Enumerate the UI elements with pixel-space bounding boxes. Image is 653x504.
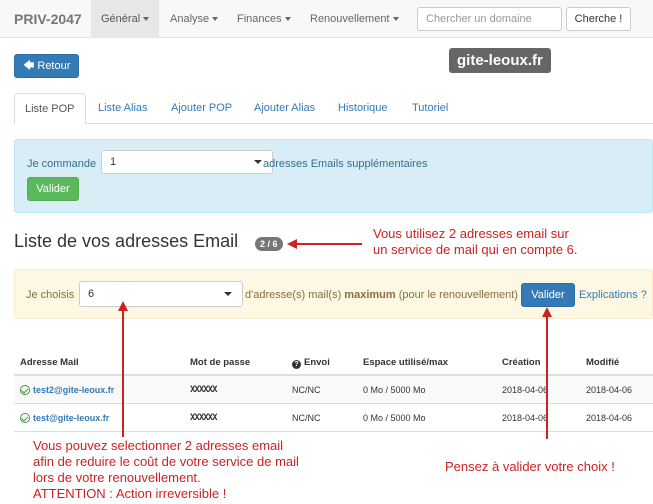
nav-item-label: Finances — [237, 13, 282, 25]
choose-suffix-bold: maximum — [344, 289, 396, 301]
count-badge: 2 / 6 — [255, 237, 283, 251]
column-header-modifie: Modifié — [586, 357, 620, 368]
column-header-email: Adresse Mail — [20, 357, 79, 368]
tab-tutoriel[interactable]: Tutoriel — [402, 93, 458, 124]
top-navbar: PRIV-2047 Général Analyse Finances Renou… — [0, 0, 653, 38]
creation-date: 2018-04-06 — [502, 385, 549, 395]
tab-bar: Liste POP Liste Alias Ajouter POP Ajoute… — [14, 93, 653, 125]
annotation-line: afin de reduire le coût de votre service… — [33, 454, 299, 469]
order-quantity-value: 1 — [110, 156, 117, 168]
caret-down-icon — [143, 17, 150, 22]
espace-value: 0 Mo / 5000 Mo — [363, 413, 426, 423]
nav-item-analyse[interactable]: Analyse — [160, 0, 228, 38]
order-label: Je commande — [27, 158, 97, 170]
order-submit-button[interactable]: Valider — [27, 177, 79, 201]
annotation-select: Vous pouvez selectionner 2 adresses emai… — [33, 438, 299, 502]
arrow-left-icon: 🡄 — [23, 60, 35, 72]
email-link[interactable]: test@gite-leoux.fr — [20, 413, 109, 423]
column-header-creation: Création — [502, 357, 541, 368]
back-button-label: Retour — [37, 60, 71, 72]
envoi-value: NC/NC — [292, 413, 321, 423]
caret-down-icon — [392, 17, 399, 22]
nav-item-general[interactable]: Général — [91, 0, 160, 38]
espace-value: 0 Mo / 5000 Mo — [363, 385, 426, 395]
choose-panel: Je choisis 6 d'adresse(s) mail(s) maximu… — [14, 269, 653, 319]
tab-liste-alias[interactable]: Liste Alias — [88, 93, 158, 124]
tab-ajouter-pop[interactable]: Ajouter POP — [161, 93, 242, 124]
column-header-password: Mot de passe — [190, 357, 251, 368]
column-header-envoi: ? Envoi — [292, 357, 330, 369]
check-circle-icon — [20, 413, 30, 423]
table-row: test@gite-leoux.fr XXXXXX NC/NC 0 Mo / 5… — [14, 404, 653, 432]
choose-suffix-before: d'adresse(s) mail(s) — [245, 289, 342, 301]
search-button[interactable]: Cherche ! — [566, 7, 631, 31]
annotation-validate: Pensez à valider votre choix ! — [445, 459, 615, 474]
annotation-line: un service de mail qui en compte 6. — [373, 242, 578, 257]
annotation-line: lors de votre renouvellement. — [33, 470, 201, 485]
nav-item-label: Analyse — [170, 13, 210, 25]
domain-label: gite-leoux.fr — [449, 48, 551, 73]
nav-item-label: Général — [101, 13, 141, 25]
question-icon: ? — [292, 360, 301, 369]
modified-date: 2018-04-06 — [586, 413, 633, 423]
back-button[interactable]: 🡄 Retour — [14, 54, 79, 78]
caret-down-icon — [284, 17, 291, 22]
annotation-usage: Vous utilisez 2 adresses email sur un se… — [373, 226, 578, 258]
nav-item-finances[interactable]: Finances — [227, 0, 301, 38]
domain-search-input[interactable] — [417, 7, 562, 31]
caret-down-icon — [212, 17, 219, 22]
envoi-value: NC/NC — [292, 385, 321, 395]
max-addresses-select[interactable]: 6 — [79, 281, 243, 307]
annotation-line: Vous pouvez selectionner 2 adresses emai… — [33, 438, 284, 453]
column-header-espace: Espace utilisé/max — [363, 357, 449, 368]
nav-item-renouvellement[interactable]: Renouvellement — [300, 0, 409, 38]
email-link[interactable]: test2@gite-leoux.fr — [20, 385, 114, 395]
table-row: test2@gite-leoux.fr XXXXXX NC/NC 0 Mo / … — [14, 376, 653, 404]
annotation-line: ATTENTION : Action irreversible ! — [33, 486, 227, 501]
choose-suffix-text: d'adresse(s) mail(s) maximum (pour le re… — [245, 289, 518, 301]
choose-submit-button[interactable]: Valider — [521, 283, 575, 307]
brand[interactable]: PRIV-2047 — [14, 11, 82, 27]
creation-date: 2018-04-06 — [502, 413, 549, 423]
check-circle-icon — [20, 385, 30, 395]
modified-date: 2018-04-06 — [586, 385, 633, 395]
password-value: XXXXXX — [190, 385, 217, 395]
annotation-line: Vous utilisez 2 adresses email sur — [373, 226, 569, 241]
order-panel: Je commande 1 adresses Emails supplément… — [14, 139, 653, 213]
tab-historique[interactable]: Historique — [328, 93, 398, 124]
order-suffix-text: adresses Emails supplémentaires — [263, 158, 428, 170]
chevron-down-icon — [224, 292, 232, 296]
chevron-down-icon — [254, 160, 262, 164]
password-value: XXXXXX — [190, 413, 217, 423]
max-addresses-value: 6 — [88, 288, 95, 300]
order-quantity-select[interactable]: 1 — [101, 150, 273, 174]
email-address: test2@gite-leoux.fr — [33, 385, 115, 395]
tab-ajouter-alias[interactable]: Ajouter Alias — [244, 93, 325, 124]
choose-label: Je choisis — [26, 289, 75, 301]
tab-liste-pop[interactable]: Liste POP — [14, 93, 86, 125]
column-header-envoi-label: Envoi — [304, 357, 330, 368]
choose-suffix-after: (pour le renouvellement) — [398, 289, 518, 301]
nav-item-label: Renouvellement — [310, 13, 390, 25]
explanations-link[interactable]: Explications ? — [579, 289, 647, 301]
email-address: test@gite-leoux.fr — [33, 413, 110, 423]
page-title: Liste de vos adresses Email — [14, 231, 239, 251]
